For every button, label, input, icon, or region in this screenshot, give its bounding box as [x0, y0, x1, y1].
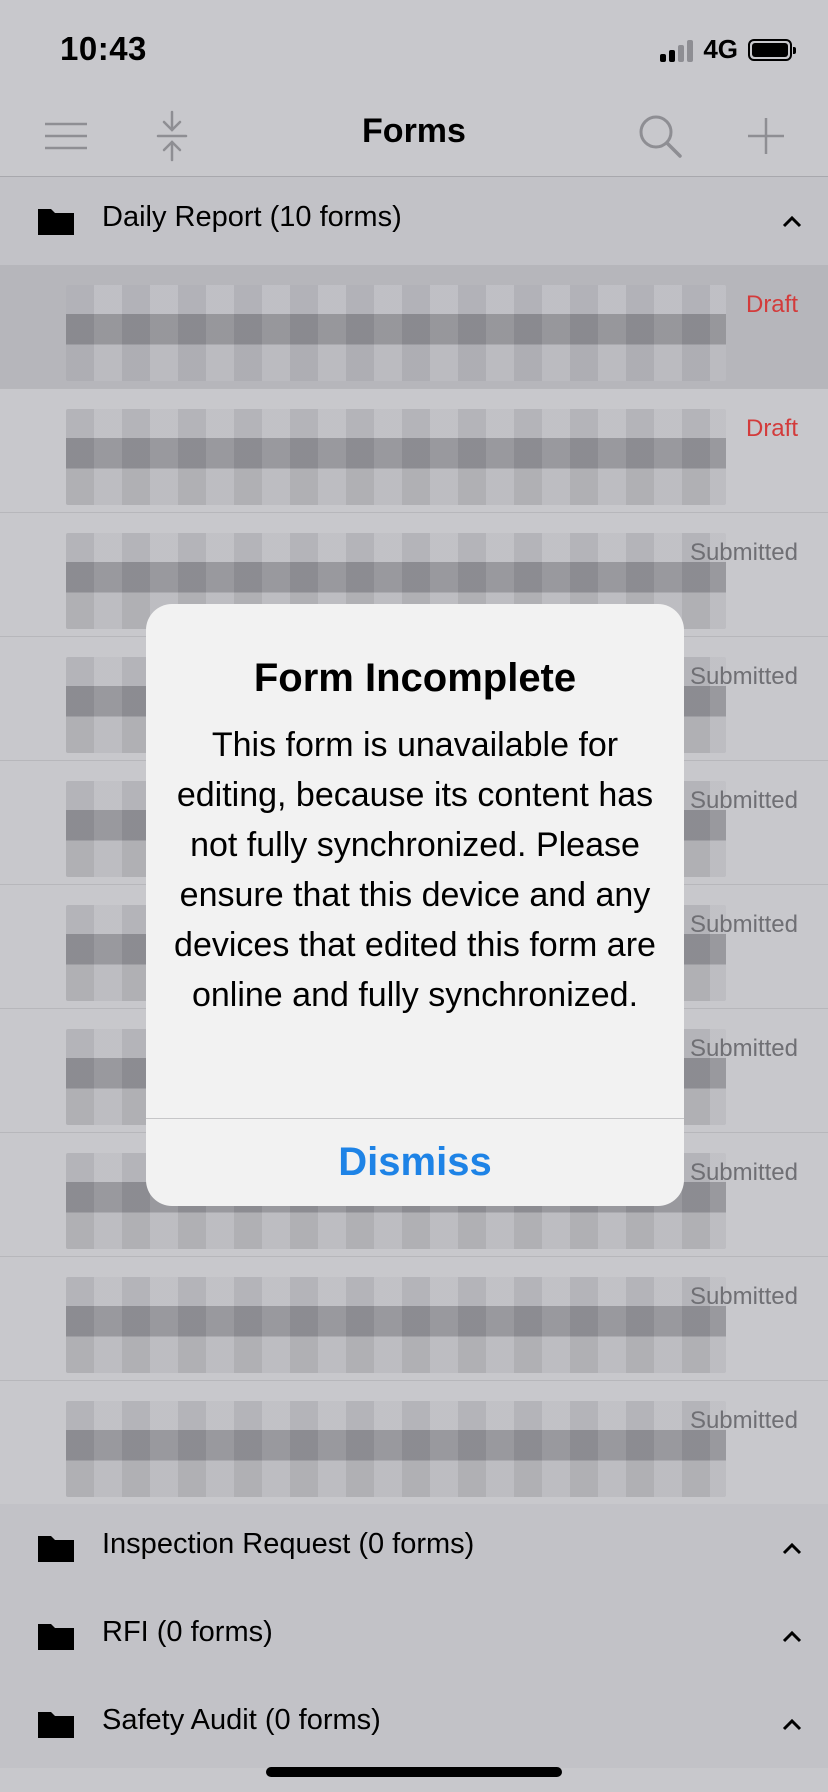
status-badge: Submitted	[689, 1283, 798, 1310]
status-badge: Draft	[745, 415, 798, 442]
section-label: RFI (0 forms)	[102, 1616, 273, 1648]
network-type: 4G	[703, 34, 738, 64]
nav-bar: Forms	[0, 96, 828, 177]
redacted-content	[66, 1277, 726, 1373]
chevron-up-icon	[782, 1630, 802, 1643]
folder-icon	[38, 209, 74, 235]
battery-icon	[748, 38, 796, 61]
search-icon	[639, 115, 682, 158]
dismiss-button[interactable]: Dismiss	[146, 1119, 684, 1206]
signal-icon	[660, 38, 694, 62]
list-item[interactable]: Submitted	[0, 1381, 828, 1505]
section-safety-audit[interactable]: Safety Audit (0 forms)	[0, 1680, 828, 1768]
section-label: Inspection Request (0 forms)	[102, 1528, 475, 1560]
search-button[interactable]	[632, 108, 688, 164]
chevron-up-icon	[782, 1542, 802, 1555]
folder-icon	[38, 1712, 74, 1738]
home-indicator[interactable]	[266, 1767, 562, 1777]
section-rfi[interactable]: RFI (0 forms)	[0, 1592, 828, 1680]
status-badge: Submitted	[689, 1159, 798, 1186]
status-time: 10:43	[60, 30, 147, 67]
alert-dialog: Form Incomplete This form is unavailable…	[146, 604, 684, 1206]
page-title: Forms	[362, 112, 466, 150]
section-daily-report[interactable]: Daily Report (10 forms)	[0, 177, 828, 265]
status-indicators: 4G	[660, 34, 796, 65]
status-badge: Draft	[745, 291, 798, 318]
status-badge: Submitted	[689, 1407, 798, 1434]
status-badge: Submitted	[689, 911, 798, 938]
redacted-content	[66, 285, 726, 381]
section-label: Safety Audit (0 forms)	[102, 1704, 381, 1736]
status-badge: Submitted	[689, 663, 798, 690]
add-icon	[748, 118, 784, 154]
status-badge: Submitted	[689, 787, 798, 814]
list-item[interactable]: Draft	[0, 389, 828, 513]
status-badge: Submitted	[689, 539, 798, 566]
status-badge: Submitted	[689, 1035, 798, 1062]
section-inspection-request[interactable]: Inspection Request (0 forms)	[0, 1504, 828, 1592]
dialog-message: This form is unavailable for editing, be…	[174, 726, 656, 1014]
redacted-content	[66, 1401, 726, 1497]
add-button[interactable]	[738, 108, 794, 164]
section-label: Daily Report (10 forms)	[102, 201, 402, 233]
status-bar: 10:43 4G	[0, 0, 828, 96]
chevron-up-icon	[782, 215, 802, 228]
folder-icon	[38, 1624, 74, 1650]
redacted-content	[66, 409, 726, 505]
list-item[interactable]: Submitted	[0, 1257, 828, 1381]
list-item[interactable]: Draft	[0, 265, 828, 389]
dialog-title: Form Incomplete	[253, 656, 577, 700]
folder-icon	[38, 1536, 74, 1562]
chevron-up-icon	[782, 1718, 802, 1731]
